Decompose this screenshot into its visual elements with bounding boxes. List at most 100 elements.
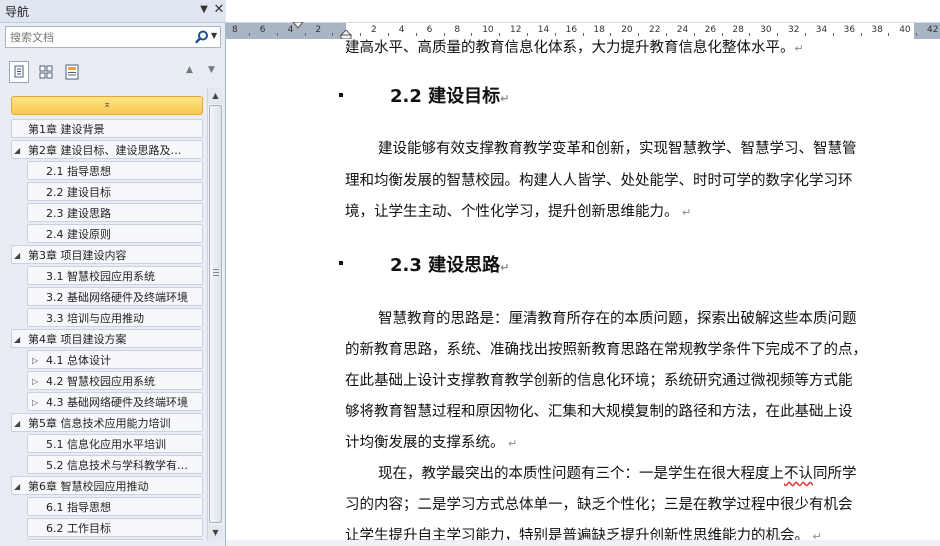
tree-item-label: 6.3 工作任务 [46,540,111,541]
collapse-icon[interactable]: ◢ [14,246,20,263]
page-thumbnails-icon [39,65,53,79]
ruler-number: 6 [259,25,266,35]
spelling-error-underline[interactable]: 不认 [784,466,813,482]
tree-item[interactable]: ◢ 第5章 信息技术应用能力培训 [11,413,203,432]
document-page[interactable]: 建高水平、高质量的教育信息化体系，大力提升教育信息化整体水平。↵ 2.2 建设目… [226,39,940,546]
collapse-up-icon: ⌅ [103,100,111,110]
tree-item-label: 6.1 指导思想 [46,501,111,514]
tree-item-label: 3.1 智慧校园应用系统 [46,270,155,283]
tree-item[interactable]: 2.1 指导思想 [27,161,203,180]
tree-item-label: 第5章 信息技术应用能力培训 [28,417,171,430]
ruler-number: 34 [815,25,828,35]
scroll-up-icon[interactable]: ▲ [208,88,223,104]
search-options-icon[interactable]: ▼ [211,31,217,40]
pane-options-icon[interactable]: ▼ [197,3,211,17]
heading-2-2: 2.2 建设目标↵ [390,86,510,107]
tree-item[interactable]: 2.3 建设思路 [27,203,203,222]
ruler-tick [332,33,334,36]
tree-item[interactable]: 3.3 培训与应用推动 [27,308,203,327]
tree-item[interactable]: 5.2 信息技术与学科教学有… [27,455,203,474]
paragraph-line: 计均衡发展的支撑系统。 ↵ [345,435,518,451]
tree-item[interactable]: 6.2 工作目标 [27,518,203,537]
ruler-number: 26 [704,25,717,35]
ruler-number: 28 [732,25,744,35]
tree-item[interactable]: ◢ 第3章 项目建设内容 [11,245,203,264]
paragraph-line: 智慧教育的思路是：厘清教育所存在的本质问题，探索出破解这些本质问题 [378,311,857,327]
heading-bullet [339,93,343,97]
ruler-tick [276,33,278,36]
close-icon[interactable]: ✕ [212,3,226,17]
ruler-tick [804,33,806,36]
ruler-left-margin [226,23,346,39]
ruler-number: 2 [315,25,322,35]
navigation-scrollbar[interactable]: ▲ ▼ [207,88,223,541]
tree-item[interactable]: 6.3 工作任务 [27,539,203,541]
ruler-number: 24 [676,25,689,35]
tree-item-label: 5.1 信息化应用水平培训 [46,438,166,451]
heading-bullet [339,261,343,265]
ruler-number: 4 [398,25,405,35]
scroll-down-icon[interactable]: ▼ [208,525,223,541]
pages-view-tab[interactable] [36,61,56,83]
headings-view-tab[interactable] [9,61,29,83]
tree-item-label: 2.2 建设目标 [46,186,111,199]
next-result-icon[interactable]: ▼ [208,65,215,75]
paragraph-mark: ↵ [504,437,518,450]
tree-item-label: 第3章 项目建设内容 [28,249,127,262]
collapse-icon[interactable]: ◢ [14,477,20,494]
navigation-pane-title: 导航 [5,5,30,19]
tree-item[interactable]: 第1章 建设背景 [11,119,203,138]
tree-item[interactable]: 6.1 指导思想 [27,497,203,516]
tree-item-label: 第1章 建设背景 [28,123,105,136]
expand-icon[interactable]: ▷ [32,372,38,389]
results-view-tab[interactable] [62,61,82,83]
paragraph-line: 境，让学生主动、个性化学习，提升创新思维能力。 ↵ [345,204,692,220]
collapse-icon[interactable]: ◢ [14,414,20,431]
horizontal-scrollbar[interactable] [226,540,940,546]
expand-icon[interactable]: ▷ [32,393,38,410]
search-icon[interactable] [194,29,210,45]
tree-item-label: 4.1 总体设计 [46,354,111,367]
previous-result-icon[interactable]: ▲ [186,65,193,75]
tree-item[interactable]: ▷ 4.2 智慧校园应用系统 [27,371,203,390]
tree-item[interactable]: 3.1 智慧校园应用系统 [27,266,203,285]
tree-item[interactable]: 5.1 信息化应用水平培训 [27,434,203,453]
tree-item[interactable]: ◢ 第4章 项目建设方案 [11,329,203,348]
paragraph-line: 的新教育思路，系统、准确找出按照新教育思路在常规教学条件下完成不了的点， [345,342,867,358]
tree-item-label: 第2章 建设目标、建设思路及… [28,144,182,157]
scrollbar-thumb[interactable] [209,105,222,523]
search-box[interactable]: ▼ [5,26,221,48]
collapse-icon[interactable]: ◢ [14,330,20,347]
paragraph-mark: ↵ [678,206,692,219]
ruler-number: 16 [565,25,578,35]
selected-heading-bar[interactable]: ⌅ [11,96,203,115]
document-headings-icon [14,65,24,78]
ruler-tick [832,33,834,36]
paragraph-line: 够将教育智慧过程和原因物化、汇集和大规模复制的路径和方法，在此基础上设 [345,404,853,420]
heading-2-3: 2.3 建设思路↵ [390,255,510,276]
tree-item[interactable]: 2.2 建设目标 [27,182,203,201]
tree-item-label: 第4章 项目建设方案 [28,333,127,346]
tree-item-label: 3.3 培训与应用推动 [46,312,144,325]
collapse-icon[interactable]: ◢ [14,141,20,158]
tree-item-label: 5.2 信息技术与学科教学有… [46,459,188,472]
search-results-icon [65,64,79,80]
ruler-number: 8 [454,25,461,35]
tree-item[interactable]: ▷ 4.3 基础网络硬件及终端环境 [27,392,203,411]
tree-item-label: 2.1 指导思想 [46,165,111,178]
search-input[interactable] [10,30,190,44]
ruler-number: 8 [232,25,238,35]
tree-item[interactable]: 2.4 建设原则 [27,224,203,243]
ruler-tick [888,33,890,36]
ruler-tick [916,33,918,36]
partial-paragraph-line: 建高水平、高质量的教育信息化体系，大力提升教育信息化整体水平。↵ [345,40,804,56]
tree-item[interactable]: 3.2 基础网络硬件及终端环境 [27,287,203,306]
tree-item[interactable]: ◢ 第2章 建设目标、建设思路及… [11,140,203,159]
expand-icon[interactable]: ▷ [32,351,38,368]
tree-item-label: 第6章 智慧校园应用推动 [28,480,149,493]
first-line-indent-marker[interactable] [292,22,304,30]
ruler-number: 22 [649,25,661,35]
paragraph-line: 习的内容；二是学习方式总体单一，缺乏个性化；三是在教学过程中很少有机会 [345,497,853,513]
tree-item[interactable]: ▷ 4.1 总体设计 [27,350,203,369]
tree-item[interactable]: ◢ 第6章 智慧校园应用推动 [11,476,203,495]
